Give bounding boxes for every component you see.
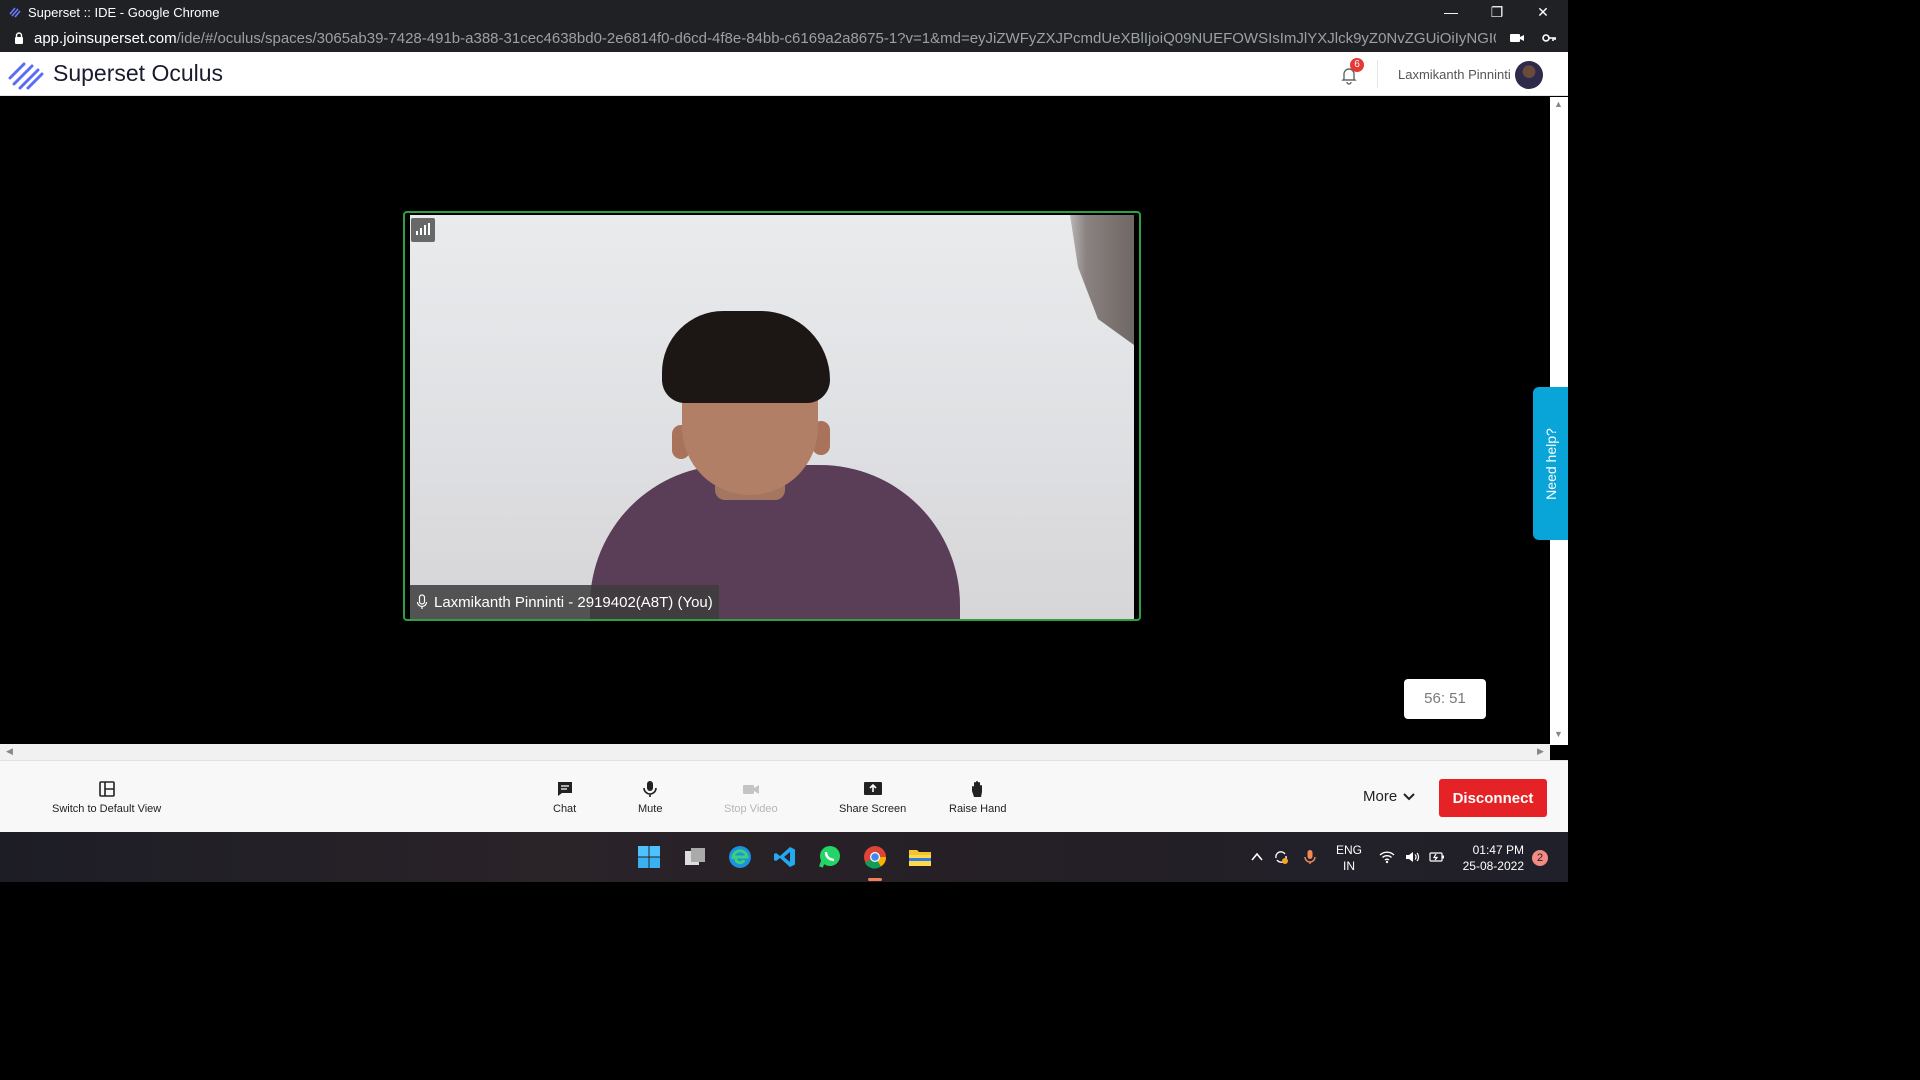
system-clock[interactable]: 01:47 PM 25-08-2022 bbox=[1458, 842, 1524, 874]
meeting-timer: 56: 51 bbox=[1404, 679, 1486, 719]
scroll-left-arrow-icon[interactable]: ◀ bbox=[6, 746, 13, 757]
layout-icon bbox=[98, 781, 115, 797]
more-button[interactable]: More bbox=[1363, 788, 1416, 805]
microphone-icon bbox=[643, 781, 658, 797]
mute-button[interactable]: Mute bbox=[638, 779, 662, 815]
share-screen-button[interactable]: Share Screen bbox=[839, 779, 906, 815]
edge-icon[interactable] bbox=[725, 842, 755, 872]
task-view-icon[interactable] bbox=[680, 842, 710, 872]
superset-logo-icon[interactable] bbox=[8, 58, 46, 90]
clock-date: 25-08-2022 bbox=[1462, 859, 1524, 873]
minimize-window-icon[interactable]: — bbox=[1428, 0, 1474, 24]
wifi-icon[interactable] bbox=[1379, 849, 1395, 865]
key-icon[interactable] bbox=[1541, 30, 1557, 46]
video-camera-icon bbox=[742, 785, 759, 794]
stop-video-label: Stop Video bbox=[724, 803, 778, 815]
microphone-in-use-icon[interactable] bbox=[1302, 849, 1318, 865]
raise-hand-label: Raise Hand bbox=[949, 803, 1007, 815]
notification-center-badge[interactable]: 2 bbox=[1532, 850, 1548, 866]
close-window-icon[interactable]: ✕ bbox=[1520, 0, 1566, 24]
switch-to-default-view-button[interactable]: Switch to Default View bbox=[52, 779, 161, 815]
active-app-indicator bbox=[868, 878, 882, 881]
brand-name: Superset Oculus bbox=[53, 60, 224, 86]
scroll-right-arrow-icon[interactable]: ▶ bbox=[1537, 746, 1544, 757]
participant-name-tag: Laxmikanth Pinninti - 2919402(A8T) (You) bbox=[410, 585, 719, 619]
participant-hair bbox=[662, 311, 830, 403]
url-text[interactable]: app.joinsuperset.com/ide/#/oculus/spaces… bbox=[34, 30, 1496, 47]
address-bar[interactable]: app.joinsuperset.com/ide/#/oculus/spaces… bbox=[0, 24, 1568, 52]
region-code: IN bbox=[1343, 859, 1355, 873]
whatsapp-icon[interactable] bbox=[815, 842, 845, 872]
chevron-down-icon bbox=[1403, 792, 1415, 800]
chat-icon bbox=[557, 782, 572, 796]
header-divider bbox=[1377, 60, 1378, 88]
meeting-controls-bar: Switch to Default View Chat Mute Stop Vi… bbox=[0, 760, 1568, 832]
raise-hand-button[interactable]: Raise Hand bbox=[949, 779, 1006, 815]
sync-icon[interactable] bbox=[1273, 849, 1289, 865]
disconnect-button[interactable]: Disconnect bbox=[1439, 779, 1547, 817]
need-help-label: Need help? bbox=[1542, 427, 1559, 500]
stop-video-button[interactable]: Stop Video bbox=[724, 779, 778, 815]
microphone-icon bbox=[416, 594, 428, 609]
vscode-icon[interactable] bbox=[770, 842, 800, 872]
chat-button[interactable]: Chat bbox=[553, 779, 576, 815]
lock-icon bbox=[15, 32, 23, 44]
notification-count-badge: 6 bbox=[1350, 58, 1364, 72]
scroll-up-arrow-icon[interactable]: ▲ bbox=[1554, 99, 1563, 109]
battery-icon[interactable] bbox=[1429, 849, 1445, 865]
file-explorer-icon[interactable] bbox=[905, 842, 935, 872]
start-icon[interactable] bbox=[634, 842, 664, 872]
browser-title-bar: Superset :: IDE - Google Chrome bbox=[0, 0, 1568, 24]
user-name[interactable]: Laxmikanth Pinninti bbox=[1398, 67, 1511, 82]
show-hidden-icons-chevron-icon[interactable] bbox=[1249, 849, 1265, 865]
background-curtain bbox=[1070, 215, 1134, 345]
participant-video bbox=[410, 215, 1134, 619]
connection-signal-icon bbox=[411, 218, 435, 242]
input-language-indicator[interactable]: ENG IN bbox=[1336, 842, 1362, 874]
chat-label: Chat bbox=[553, 803, 577, 815]
horizontal-scrollbar[interactable]: ◀ ▶ bbox=[0, 744, 1550, 760]
share-screen-icon bbox=[863, 782, 882, 795]
superset-favicon-icon bbox=[9, 7, 21, 18]
restore-window-icon[interactable]: ❐ bbox=[1474, 0, 1520, 24]
chrome-icon[interactable] bbox=[860, 842, 890, 872]
switch-view-label: Switch to Default View bbox=[52, 803, 162, 815]
camera-in-use-icon[interactable] bbox=[1509, 30, 1525, 46]
user-avatar[interactable] bbox=[1515, 61, 1543, 89]
more-label: More bbox=[1363, 788, 1398, 805]
participant-video-tile[interactable]: Laxmikanth Pinninti - 2919402(A8T) (You) bbox=[403, 211, 1141, 621]
need-help-tab[interactable]: Need help? bbox=[1533, 387, 1568, 540]
participant-label: Laxmikanth Pinninti - 2919402(A8T) (You) bbox=[434, 593, 713, 611]
url-path: /ide/#/oculus/spaces/3065ab39-7428-491b-… bbox=[176, 29, 1496, 47]
mute-label: Mute bbox=[638, 803, 663, 815]
window-title: Superset :: IDE - Google Chrome bbox=[28, 4, 220, 20]
app-header: Superset Oculus 6 Laxmikanth Pinninti bbox=[0, 52, 1568, 96]
language-code: ENG bbox=[1336, 843, 1363, 857]
share-screen-label: Share Screen bbox=[839, 803, 907, 815]
os-taskbar: ENG IN 01:47 PM 25-08-2022 2 bbox=[0, 832, 1568, 882]
url-host: app.joinsuperset.com bbox=[34, 29, 177, 47]
scroll-down-arrow-icon[interactable]: ▼ bbox=[1554, 729, 1563, 739]
clock-time: 01:47 PM bbox=[1472, 843, 1524, 857]
hand-icon bbox=[971, 781, 982, 797]
speaker-icon[interactable] bbox=[1404, 849, 1420, 865]
